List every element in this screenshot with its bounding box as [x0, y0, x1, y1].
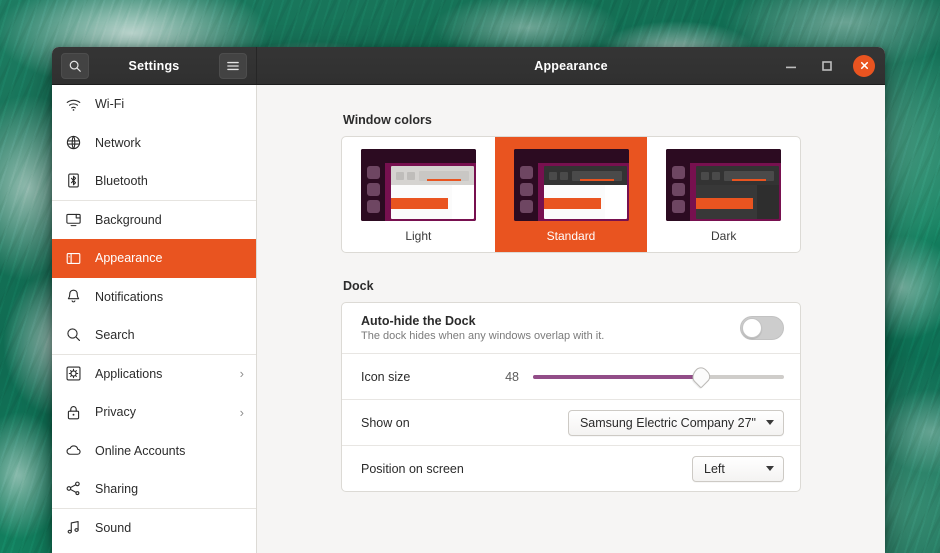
minimize-button[interactable] — [781, 56, 801, 76]
toggle-knob — [742, 318, 762, 338]
main-menu-button[interactable] — [219, 53, 247, 79]
lock-icon — [65, 404, 82, 421]
search-button[interactable] — [61, 53, 89, 79]
auto-hide-label: Auto-hide the Dock — [361, 314, 740, 328]
show-on-row: Show on Samsung Electric Company 27" — [342, 399, 800, 445]
sidebar-item-label: Sound — [95, 521, 244, 535]
sidebar-item-label: Network — [95, 136, 244, 150]
minimize-icon — [785, 61, 797, 71]
position-on-screen-label: Position on screen — [361, 462, 692, 476]
close-button[interactable] — [853, 55, 875, 77]
sidebar-item-label: Sharing — [95, 482, 244, 496]
show-on-label: Show on — [361, 416, 568, 430]
window-titlebar: Settings Appearance — [52, 47, 885, 85]
window-colors-heading: Window colors — [343, 113, 801, 127]
search-icon — [68, 59, 82, 73]
position-on-screen-row: Position on screen Left — [342, 445, 800, 491]
window-controls — [781, 55, 875, 77]
show-on-value: Samsung Electric Company 27" — [580, 416, 756, 430]
sidebar-item-sound[interactable]: Sound — [52, 509, 256, 548]
dock-card: Auto-hide the Dock The dock hides when a… — [341, 302, 801, 492]
chevron-down-icon — [766, 466, 774, 471]
bell-icon — [65, 288, 82, 305]
auto-hide-description: The dock hides when any windows overlap … — [361, 330, 740, 342]
icon-size-slider[interactable] — [533, 366, 784, 388]
chevron-right-icon: › — [240, 366, 244, 381]
position-on-screen-value: Left — [704, 462, 756, 476]
chevron-right-icon: › — [240, 405, 244, 420]
hamburger-menu-icon — [226, 60, 240, 72]
maximize-icon — [821, 60, 833, 72]
auto-hide-row: Auto-hide the Dock The dock hides when a… — [342, 303, 800, 353]
auto-hide-toggle[interactable] — [740, 316, 784, 340]
share-nodes-icon — [65, 480, 82, 497]
sidebar-item-search[interactable]: Search — [52, 316, 256, 355]
sidebar-item-privacy[interactable]: Privacy › — [52, 393, 256, 432]
position-on-screen-dropdown[interactable]: Left — [692, 456, 784, 482]
close-icon — [859, 60, 870, 71]
sidebar-item-notifications[interactable]: Notifications — [52, 278, 256, 317]
network-globe-icon — [65, 134, 82, 151]
icon-size-row: Icon size 48 — [342, 353, 800, 399]
sidebar-item-label: Online Accounts — [95, 444, 244, 458]
theme-label: Standard — [547, 229, 596, 243]
icon-size-label: Icon size — [361, 370, 485, 384]
window-colors-card: Light Standard Dark — [341, 136, 801, 253]
sidebar-item-label: Background — [95, 213, 244, 227]
icon-size-control: 48 — [485, 366, 784, 388]
sidebar-item-label: Applications — [95, 367, 227, 381]
sidebar-item-label: Search — [95, 328, 244, 342]
theme-preview-light — [361, 149, 476, 221]
sidebar-item-label: Privacy — [95, 405, 227, 419]
sidebar-item-label: Appearance — [95, 251, 244, 265]
sidebar-item-appearance[interactable]: Appearance — [52, 239, 256, 278]
show-on-dropdown[interactable]: Samsung Electric Company 27" — [568, 410, 784, 436]
window-body: Wi-Fi Network Bluetooth Background Appearanc… — [52, 85, 885, 553]
settings-sidebar: Wi-Fi Network Bluetooth Background Appearanc… — [52, 85, 257, 553]
theme-option-light[interactable]: Light — [342, 137, 495, 252]
sidebar-item-label: Bluetooth — [95, 174, 244, 188]
titlebar-right-pane: Appearance — [257, 47, 885, 84]
sidebar-item-bluetooth[interactable]: Bluetooth — [52, 162, 256, 201]
maximize-button[interactable] — [817, 56, 837, 76]
appearance-panel: Window colors Light Standard Dark Dock Aut… — [257, 85, 885, 553]
appearance-icon — [65, 250, 82, 267]
sidebar-item-label: Notifications — [95, 290, 244, 304]
theme-label: Dark — [711, 229, 736, 243]
sidebar-item-sharing[interactable]: Sharing — [52, 470, 256, 509]
theme-option-dark[interactable]: Dark — [647, 137, 800, 252]
cloud-icon — [65, 442, 82, 459]
theme-option-standard[interactable]: Standard — [495, 137, 648, 252]
theme-chooser: Light Standard Dark — [342, 137, 800, 252]
slider-fill — [533, 375, 701, 379]
search-icon — [65, 326, 82, 343]
theme-preview-standard — [514, 149, 629, 221]
background-icon — [65, 211, 82, 228]
sidebar-item-wi-fi[interactable]: Wi-Fi — [52, 85, 256, 124]
settings-window: Settings Appearance — [52, 47, 885, 553]
icon-size-value: 48 — [485, 370, 519, 384]
titlebar-left-pane: Settings — [52, 47, 257, 84]
sidebar-item-label: Wi-Fi — [95, 97, 244, 111]
wifi-icon — [65, 96, 82, 113]
theme-preview-dark — [666, 149, 781, 221]
slider-handle[interactable] — [689, 364, 713, 388]
chevron-down-icon — [766, 420, 774, 425]
applications-icon — [65, 365, 82, 382]
bluetooth-icon — [65, 172, 82, 189]
dock-heading: Dock — [343, 279, 801, 293]
auto-hide-text: Auto-hide the Dock The dock hides when a… — [361, 314, 740, 342]
music-note-icon — [65, 519, 82, 536]
theme-label: Light — [405, 229, 431, 243]
sidebar-item-applications[interactable]: Applications › — [52, 355, 256, 394]
sidebar-item-network[interactable]: Network — [52, 124, 256, 163]
sidebar-item-background[interactable]: Background — [52, 201, 256, 240]
sidebar-item-online-accounts[interactable]: Online Accounts — [52, 432, 256, 471]
